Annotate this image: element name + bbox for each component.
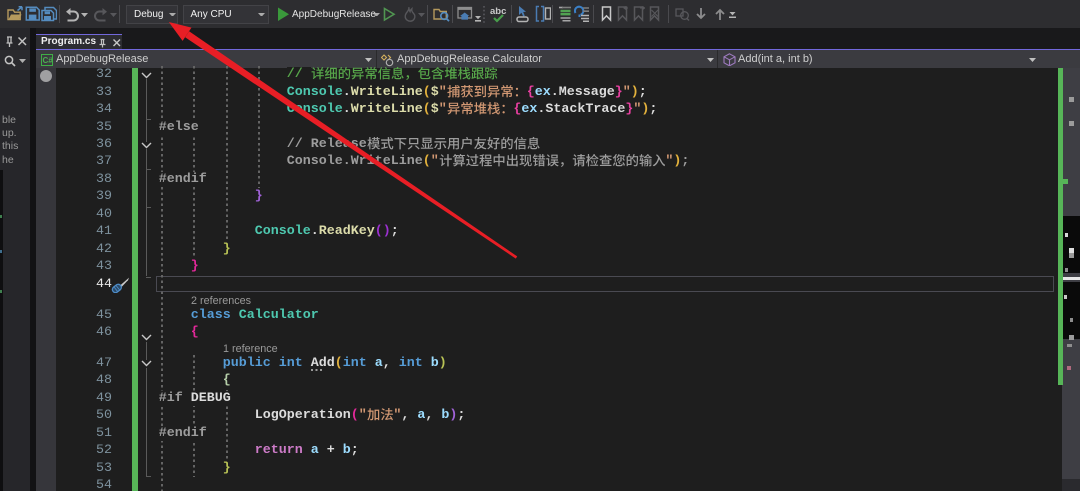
svg-text:abc: abc: [490, 6, 506, 17]
svg-text:C#: C#: [43, 56, 54, 65]
